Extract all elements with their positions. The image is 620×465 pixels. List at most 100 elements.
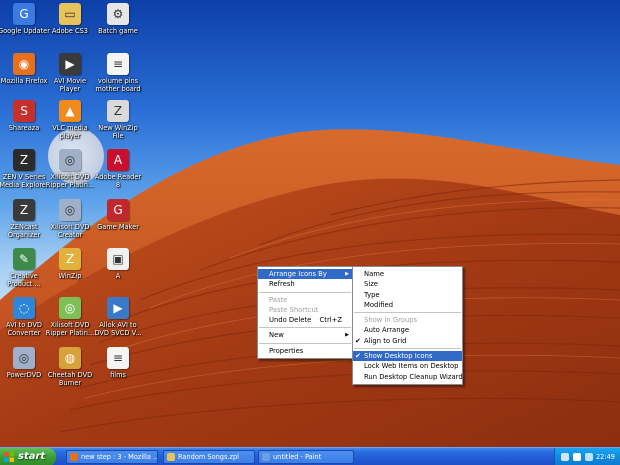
winzip-icon: Z (59, 248, 81, 270)
powerdvd-icon: ◎ (13, 347, 35, 369)
desktop-icon-label: ZEN V Series Media Explorer (0, 173, 49, 189)
desktop-icon[interactable]: ⚙ Batch game (92, 3, 144, 35)
desktop-icon[interactable]: Z New WinZip File (92, 100, 144, 140)
submenu-arrow-icon: ▶ (345, 271, 349, 277)
google-updater-icon: G (13, 3, 35, 25)
menu-item-label: Arrange Icons By (269, 270, 327, 278)
menu-item-new[interactable]: New ▶ (258, 330, 352, 340)
adobe-reader-icon: A (107, 149, 129, 171)
menu-item-label: Run Desktop Cleanup Wizard (364, 372, 463, 381)
menu-item-label: Paste (269, 295, 288, 304)
dvd-ripper-icon: ◎ (59, 149, 81, 171)
taskbar-button-label: Random Songs.zpl (178, 453, 239, 461)
submenu-arrow-icon: ▶ (345, 332, 349, 339)
movie-player-icon: ▶ (59, 53, 81, 75)
menu-item-paste-shortcut: Paste Shortcut (258, 305, 352, 315)
menu-item-run-desktop-cleanup-wizard[interactable]: Run Desktop Cleanup Wizard (353, 372, 463, 382)
desktop-icon-label: New WinZip File (98, 124, 138, 140)
menu-item-undo-delete[interactable]: Undo Delete Ctrl+Z (258, 315, 352, 325)
vlc-icon: ▲ (59, 100, 81, 122)
menu-item-label: Align to Grid (364, 336, 407, 345)
desktop-icon[interactable]: ◎ Xilisoft DVD Creator (44, 199, 96, 239)
shareaza-icon: S (13, 100, 35, 122)
desktop-icon-label: Allok AVI to DVD SVCD V... (94, 321, 142, 337)
desktop-icon[interactable]: Z ZEN V Series Media Explorer (0, 149, 50, 189)
menu-item-label: Type (364, 290, 380, 299)
menu-item-label: Show in Groups (364, 316, 418, 325)
arrange-icons-submenu: Name Size Type Modified Show in Groups Auto A… (352, 266, 463, 385)
desktop-icon-label: Xilisoft DVD Ripper Platin... (45, 321, 95, 337)
menu-item-label: Show Desktop Icons (364, 352, 433, 361)
menu-item-show-desktop-icons[interactable]: ✔ Show Desktop Icons (353, 351, 462, 362)
desktop-icon[interactable]: ◎ Xilisoft DVD Ripper Platin... (44, 297, 96, 337)
menu-item-show-in-groups: Show in Groups (353, 315, 462, 325)
desktop-icon[interactable]: ▶ Allok AVI to DVD SVCD V... (92, 297, 144, 337)
taskbar-button-label: untitled - Paint (273, 453, 322, 461)
menu-item-label: Modified (364, 300, 394, 309)
desktop-icon[interactable]: ◎ PowerDVD (0, 347, 50, 379)
zencast-icon: Z (13, 199, 35, 221)
desktop-icon[interactable]: ▣ A (92, 248, 144, 280)
desktop-icon[interactable]: ✎ Creative Product ... (0, 248, 50, 288)
menu-item-label: Name (364, 270, 385, 278)
menu-separator (259, 291, 351, 293)
menu-item-size[interactable]: Size (353, 279, 462, 289)
menu-item-label: Paste Shortcut (269, 305, 319, 314)
document-icon: ≡ (107, 347, 129, 369)
desktop-icon[interactable]: S Shareaza (0, 100, 50, 132)
desktop-icon[interactable]: ▶ AVI Movie Player (44, 53, 96, 93)
desktop-icon[interactable]: G Game Maker (92, 199, 144, 231)
desktop-icon[interactable]: ◉ Mozilla Firefox (0, 53, 50, 85)
volume-icon[interactable] (573, 453, 581, 461)
winzip-file-icon: Z (107, 100, 129, 122)
desktop-icon-label: VLC media player (52, 124, 88, 140)
start-button[interactable]: start (0, 448, 56, 465)
folder-icon: ▭ (59, 3, 81, 25)
menu-item-shortcut: Ctrl+Z (319, 316, 342, 325)
menu-separator (354, 312, 461, 314)
taskbar-button[interactable]: new step : 3 - Mozilla ... (66, 450, 158, 464)
desktop-icon-label: PowerDVD (6, 371, 42, 379)
desktop-icon-label: volume pins mother board (95, 77, 141, 93)
zen-media-icon: Z (13, 149, 35, 171)
desktop-icon[interactable]: ◌ AVI to DVD Converter (0, 297, 50, 337)
windows-logo-icon (4, 452, 14, 462)
menu-item-arrange-icons-by[interactable]: Arrange Icons By ▶ (258, 269, 352, 280)
menu-item-label: Undo Delete (269, 316, 312, 325)
display-icon[interactable] (585, 453, 593, 461)
desktop-icon[interactable]: ≡ films (92, 347, 144, 379)
menu-item-auto-arrange[interactable]: Auto Arrange (353, 325, 462, 335)
menu-separator (354, 348, 461, 350)
desktop-icon-label: Game Maker (97, 223, 139, 231)
checkmark-icon: ✔ (355, 352, 361, 361)
desktop-icon[interactable]: A Adobe Reader 8 (92, 149, 144, 189)
network-icon[interactable] (561, 453, 569, 461)
desktop-icon[interactable]: ◍ Cheetah DVD Burner (44, 347, 96, 387)
folder-icon (167, 453, 175, 461)
system-tray: 22:49 (554, 448, 620, 465)
application-icon: ▣ (107, 248, 129, 270)
menu-item-lock-web-items-on-desktop[interactable]: Lock Web Items on Desktop (353, 361, 462, 371)
menu-item-align-to-grid[interactable]: ✔ Align to Grid (353, 336, 462, 346)
desktop-icon[interactable]: ▲ VLC media player (44, 100, 96, 140)
clock[interactable]: 22:49 (596, 448, 615, 465)
menu-item-name[interactable]: Name (353, 269, 462, 279)
desktop-icon-label: ZENcast Organizer (7, 223, 41, 239)
desktop-icon[interactable]: ▭ Adobe CS3 (44, 3, 96, 35)
menu-item-properties[interactable]: Properties (258, 346, 352, 356)
desktop-icon[interactable]: Z WinZip (44, 248, 96, 280)
desktop-icon[interactable]: ≡ volume pins mother board (92, 53, 144, 93)
menu-item-refresh[interactable]: Refresh (258, 279, 352, 289)
menu-item-label: Auto Arrange (364, 326, 410, 335)
desktop-icon[interactable]: G Google Updater (0, 3, 50, 35)
desktop-icon[interactable]: ◎ Xilisoft DVD Ripper Platin... (44, 149, 96, 189)
desktop-icon-label: films (110, 371, 126, 379)
desktop-icon-label: A (115, 272, 121, 280)
menu-item-paste: Paste (258, 295, 352, 305)
start-label: start (18, 451, 46, 462)
desktop-icon[interactable]: Z ZENcast Organizer (0, 199, 50, 239)
menu-item-modified[interactable]: Modified (353, 300, 462, 310)
taskbar-button[interactable]: Random Songs.zpl (163, 450, 255, 464)
menu-item-type[interactable]: Type (353, 290, 462, 300)
taskbar-button[interactable]: untitled - Paint (258, 450, 354, 464)
